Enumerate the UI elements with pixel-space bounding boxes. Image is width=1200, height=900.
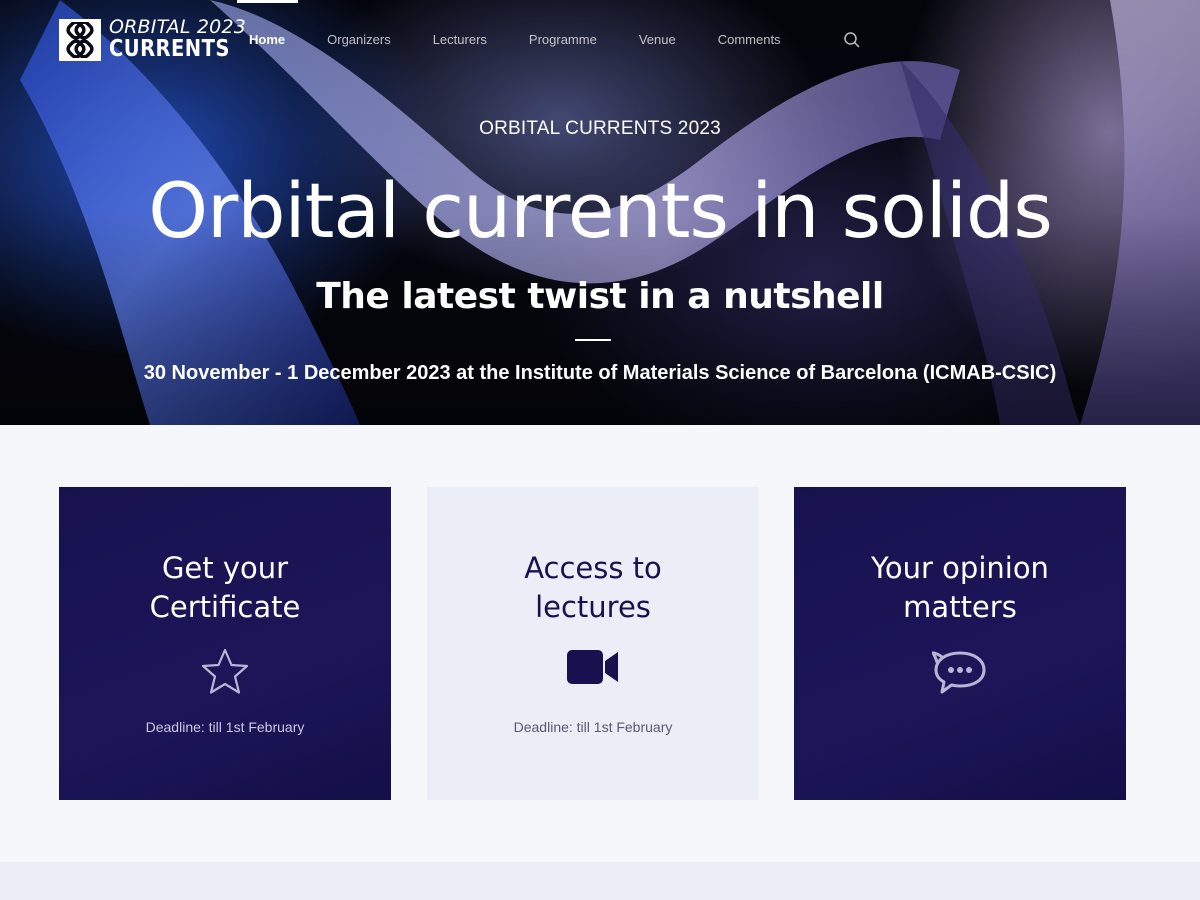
hero-subtitle: The latest twist in a nutshell [316, 276, 884, 317]
hero-banner: ORBITAL 2023 CURRENTS Home Organizers Le… [0, 0, 1200, 425]
nav-item-home[interactable]: Home [228, 30, 306, 50]
video-camera-icon [427, 647, 759, 687]
logo-line-2: CURRENTS [109, 36, 230, 62]
star-outline-icon [59, 647, 391, 697]
lectures-card[interactable]: Access to lectures Deadline: till 1st Fe… [427, 487, 759, 800]
main-nav: Home Organizers Lecturers Programme Venu… [228, 0, 802, 50]
hero-divider [575, 339, 611, 341]
nav-item-organizers[interactable]: Organizers [306, 30, 412, 50]
nav-active-indicator [237, 0, 298, 3]
certificate-card-title: Get your Certificate [149, 551, 301, 624]
opinion-card-title: Your opinion matters [871, 551, 1049, 624]
hero-title: Orbital currents in solids [148, 166, 1053, 255]
nav-item-lecturers[interactable]: Lecturers [412, 30, 508, 50]
opinion-card[interactable]: Your opinion matters [794, 487, 1126, 800]
hero-kicker: ORBITAL CURRENTS 2023 [479, 118, 721, 139]
chat-bubble-icon [794, 647, 1126, 697]
lectures-card-title: Access to lectures [524, 551, 662, 624]
certificate-deadline: Deadline: till 1st February [145, 719, 305, 735]
nav-item-venue[interactable]: Venue [618, 30, 697, 50]
interlocking-loops-logo-icon [59, 18, 101, 61]
nav-item-programme[interactable]: Programme [508, 30, 618, 50]
certificate-card[interactable]: Get your Certificate Deadline: till 1st … [59, 487, 391, 800]
nav-item-comments[interactable]: Comments [697, 30, 802, 50]
site-logo[interactable]: ORBITAL 2023 CURRENTS [59, 18, 251, 61]
footer-band [0, 862, 1200, 900]
lectures-deadline: Deadline: till 1st February [513, 719, 673, 735]
search-icon[interactable] [843, 31, 861, 49]
hero-dates: 30 November - 1 December 2023 at the Ins… [143, 362, 1057, 384]
